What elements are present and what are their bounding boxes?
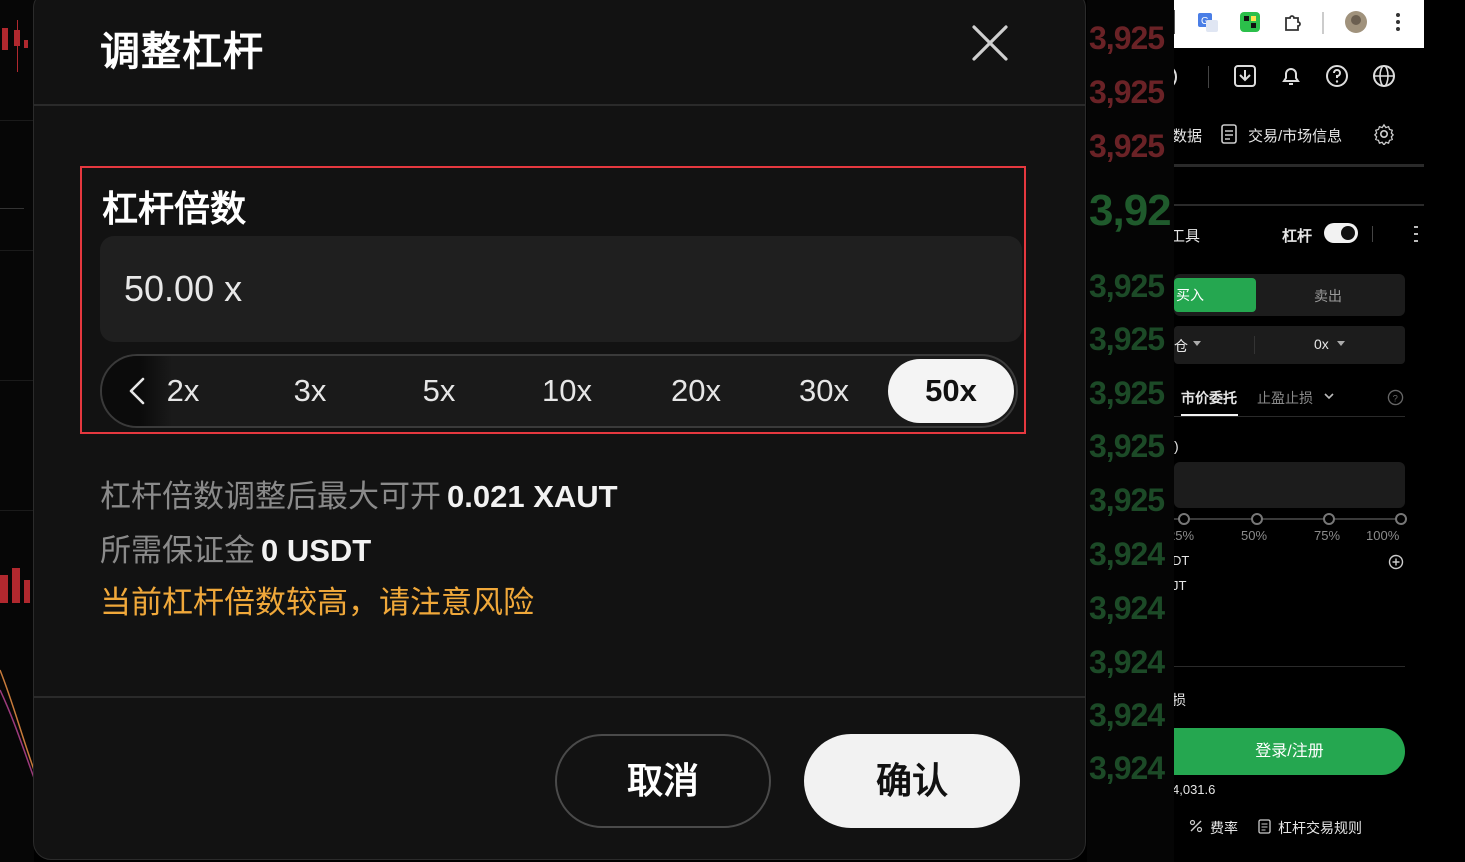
browser-extension-bar: G	[1174, 0, 1424, 48]
more-icon[interactable]	[1386, 10, 1410, 34]
leverage-rules-link[interactable]: 杠杆交易规则	[1278, 818, 1362, 838]
globe-icon[interactable]	[1372, 64, 1396, 88]
bid-price: 3,924	[1089, 644, 1165, 680]
caret-down-icon	[1337, 341, 1345, 346]
price-unit-label: )	[1174, 438, 1179, 454]
leverage-toggle-label: 杠杆	[1282, 228, 1313, 245]
tpsl-checkbox-label[interactable]: 损	[1174, 690, 1186, 710]
bid-price: 3,924	[1089, 697, 1165, 733]
side-tabs: 买入 卖出	[1174, 274, 1405, 316]
margin-value: 0 USDT	[261, 533, 372, 568]
chevron-down-icon	[1324, 393, 1334, 400]
document-icon	[1221, 124, 1237, 144]
slider-stop[interactable]	[1178, 513, 1190, 525]
margin-mode-select[interactable]: 仓	[1174, 336, 1188, 356]
leverage-input[interactable]: 50.00 x	[100, 236, 1022, 342]
price-chart-fragment	[0, 0, 34, 862]
preset-10x[interactable]: 10x	[522, 356, 612, 426]
bid-price: 3,925	[1089, 268, 1165, 304]
ask-price: 3,925	[1089, 74, 1165, 110]
index-price: 4,031.6	[1174, 782, 1216, 797]
percent-icon	[1189, 819, 1203, 833]
buy-tab[interactable]: 买入	[1174, 278, 1256, 312]
ask-price: 3,925	[1089, 128, 1165, 164]
more-icon[interactable]	[1412, 224, 1420, 244]
fee-rate-link[interactable]: 费率	[1210, 818, 1238, 838]
margin-row: 所需保证金 0 USDT	[100, 525, 371, 570]
svg-text:?: ?	[1393, 393, 1398, 404]
bell-icon[interactable]	[1279, 64, 1303, 88]
bid-price: 3,924	[1089, 750, 1165, 786]
footer-divider	[34, 696, 1085, 698]
max-amount: JT	[1174, 578, 1187, 593]
margin-label: 所需保证金	[100, 533, 255, 568]
bid-price: 3,925	[1089, 428, 1165, 464]
bid-price: 3,925	[1089, 321, 1165, 357]
bid-price: 3,925	[1089, 482, 1165, 518]
margin-mode-row: 仓 0x	[1174, 326, 1405, 364]
preset-30x[interactable]: 30x	[779, 356, 869, 426]
order-book-prices: 3,925 3,925 3,925 3,92 3,925 3,925 3,925…	[1087, 0, 1174, 862]
slider-mark: 100%	[1366, 528, 1400, 543]
slider-stop[interactable]	[1251, 513, 1263, 525]
amount-slider[interactable]	[1174, 518, 1402, 520]
nav-trade-info[interactable]: 交易/市场信息	[1248, 125, 1342, 146]
leverage-preset-bar: 2x 3x 5x 10x 20x 30x 50x	[100, 354, 1018, 428]
tab-tpsl[interactable]: 止盈止损	[1257, 388, 1313, 408]
max-open-value: 0.021 XAUT	[447, 479, 618, 514]
close-button[interactable]	[968, 21, 1012, 65]
preset-20x[interactable]: 20x	[651, 356, 741, 426]
tab-market-order[interactable]: 市价委托	[1181, 388, 1237, 408]
puzzle-icon[interactable]	[1282, 10, 1306, 34]
document-icon	[1258, 819, 1271, 834]
tools-label[interactable]: 工具	[1174, 225, 1200, 246]
ma-line	[0, 669, 34, 779]
preset-2x[interactable]: 2x	[138, 356, 228, 426]
ask-price: 3,925	[1089, 20, 1165, 56]
amount-input[interactable]	[1174, 462, 1405, 508]
cancel-button[interactable]: 取消	[555, 734, 771, 828]
login-register-button[interactable]: 登录/注册	[1174, 728, 1405, 775]
header-divider	[34, 104, 1085, 106]
avatar[interactable]	[1344, 10, 1368, 34]
leverage-section-highlight: 杠杆倍数 50.00 x 2x 3x 5x 10x 20x 30x 50x	[80, 166, 1026, 434]
settings-icon[interactable]	[1373, 123, 1395, 145]
bid-price: 3,924	[1089, 590, 1165, 626]
download-icon[interactable]	[1233, 64, 1257, 88]
partial-icon	[1174, 68, 1177, 86]
caret-down-icon	[1193, 341, 1201, 346]
slider-mark: 75%	[1314, 528, 1341, 543]
help-icon[interactable]	[1325, 64, 1349, 88]
slider-mark: 25%	[1174, 528, 1195, 543]
bid-price: 3,925	[1089, 375, 1165, 411]
info-icon[interactable]: ?	[1387, 389, 1404, 406]
nav-data[interactable]: 数据	[1174, 125, 1202, 146]
available-balance: DT	[1174, 553, 1190, 568]
max-open-row: 杠杆倍数调整后最大可开 0.021 XAUT	[100, 471, 618, 516]
adjust-leverage-modal: 调整杠杆 杠杆倍数 50.00 x 2x 3x 5x 10x 20x 30x 5…	[33, 0, 1086, 860]
preset-3x[interactable]: 3x	[265, 356, 355, 426]
slider-stop[interactable]	[1395, 513, 1407, 525]
slider-stop[interactable]	[1323, 513, 1335, 525]
modal-title: 调整杠杆	[100, 30, 264, 74]
last-price: 3,92	[1089, 186, 1172, 235]
sell-tab[interactable]: 卖出	[1314, 286, 1342, 306]
leverage-label: 杠杆倍数	[102, 188, 247, 229]
bid-price: 3,924	[1089, 536, 1165, 572]
close-icon	[972, 25, 1008, 61]
preset-5x[interactable]: 5x	[394, 356, 484, 426]
plus-circle-icon[interactable]	[1388, 554, 1404, 570]
confirm-button[interactable]: 确认	[804, 734, 1020, 828]
preset-50x[interactable]: 50x	[888, 359, 1014, 423]
leverage-toggle-switch[interactable]	[1324, 223, 1358, 243]
trading-panel: G 数据 交易/市场信息 工具 杠杆 买入 卖出 仓 0x 市价委托 止盈止损 …	[1174, 0, 1424, 862]
slider-mark: 50%	[1241, 528, 1268, 543]
page-margin	[1424, 0, 1465, 862]
extension-icon[interactable]	[1238, 10, 1262, 34]
risk-warning: 当前杠杆倍数较高，请注意风险	[100, 585, 534, 620]
leverage-select[interactable]: 0x	[1314, 336, 1329, 352]
translate-icon[interactable]: G	[1196, 10, 1220, 34]
max-open-label: 杠杆倍数调整后最大可开	[100, 479, 441, 514]
